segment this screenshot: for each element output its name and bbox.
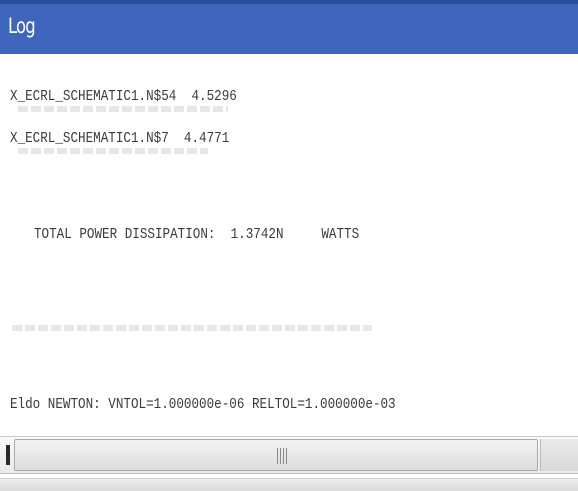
- log-window: Log X_ECRL_SCHEMATIC1.N$54 4.5296 X_ECRL…: [0, 0, 578, 491]
- faded-text-line: [18, 148, 208, 154]
- faded-text-line: [12, 325, 372, 331]
- log-line: Eldo NEWTON: VNTOL=1.000000e-06 RELTOL=1…: [10, 396, 396, 413]
- scroll-region: [0, 414, 578, 491]
- horizontal-scrollbar[interactable]: [0, 436, 578, 474]
- faded-text-line: [18, 106, 228, 112]
- log-line: X_ECRL_SCHEMATIC1.N$7 4.4771: [10, 130, 230, 147]
- bottom-border: [0, 478, 578, 491]
- scrollbar-thumb[interactable]: [14, 439, 538, 471]
- title-bar[interactable]: Log: [0, 0, 578, 54]
- log-output[interactable]: X_ECRL_SCHEMATIC1.N$54 4.5296 X_ECRL_SCH…: [0, 54, 578, 414]
- log-line: X_ECRL_SCHEMATIC1.N$54 4.5296: [10, 88, 237, 105]
- scroll-right-edge[interactable]: [540, 439, 578, 471]
- scroll-left-edge[interactable]: [6, 445, 10, 465]
- log-line: TOTAL POWER DISSIPATION: 1.3742N WATTS: [34, 226, 360, 243]
- window-title: Log: [8, 14, 36, 38]
- grip-icon: [277, 448, 287, 464]
